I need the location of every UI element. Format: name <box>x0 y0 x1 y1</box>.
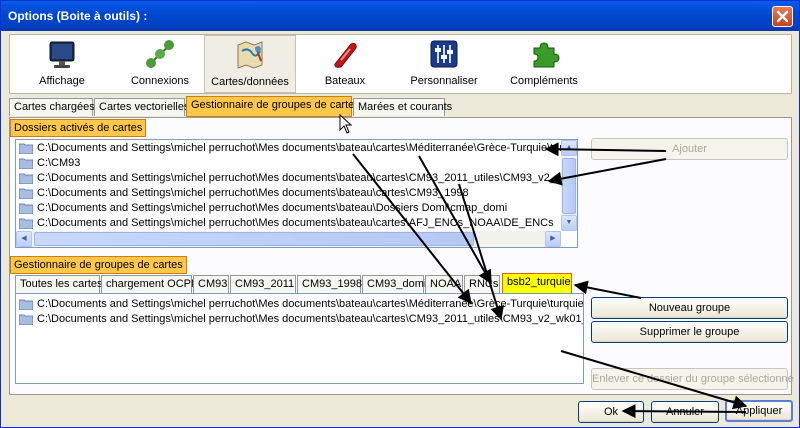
toolbar-label: Compléments <box>510 75 578 87</box>
horizontal-scrollbar[interactable]: ◀ ▶ <box>16 231 561 247</box>
group-dirs-list[interactable]: C:\Documents and Settings\michel perruch… <box>15 293 584 384</box>
section-title-dossiers: Dossiers activés de cartes <box>10 119 147 137</box>
remove-dir-from-group-button[interactable]: Enlever ce dossier du groupe sélectionné <box>591 368 794 390</box>
puzzle-icon <box>533 42 560 68</box>
list-item[interactable]: C:\Documents and Settings\michel perruch… <box>16 312 583 327</box>
dir-path: C:\Documents and Settings\michel perruch… <box>37 313 584 325</box>
toolbar-item-connexions[interactable]: Connexions <box>112 35 208 93</box>
list-item[interactable]: C:\Documents and Settings\michel perruch… <box>16 171 577 186</box>
active-dirs-list[interactable]: C:\Documents and Settings\michel perruch… <box>15 139 578 248</box>
ok-button[interactable]: Ok <box>578 401 644 423</box>
folder-icon <box>19 143 33 154</box>
group-dirs-rows: C:\Documents and Settings\michel perruch… <box>16 297 583 327</box>
list-item[interactable]: C:\Documents and Settings\michel perruch… <box>16 201 561 216</box>
toolbar-item-affichage[interactable]: Affichage <box>14 35 110 93</box>
toolbar-label: Cartes/données <box>211 76 289 88</box>
toolbar-item-bateaux[interactable]: Bateaux <box>302 35 388 93</box>
scroll-left-icon[interactable]: ◀ <box>16 231 32 247</box>
folder-icon <box>19 314 33 325</box>
tab-cartes-chargees[interactable]: Cartes chargées <box>9 98 95 116</box>
list-item[interactable]: C:\Documents and Settings\michel perruch… <box>16 141 577 156</box>
section-title-groupes: Gestionnaire de groupes de cartes <box>10 256 187 274</box>
group-tabs: Toutes les cartes chargement OCPN CM93 C… <box>15 273 585 295</box>
dir-path: C:\Documents and Settings\michel perruch… <box>37 202 508 214</box>
folder-icon <box>19 203 33 214</box>
active-dirs-rows: C:\Documents and Settings\michel perruch… <box>16 141 577 231</box>
boat-icon <box>334 43 357 68</box>
scroll-right-icon[interactable]: ▶ <box>545 231 561 247</box>
dir-path: C:\Documents and Settings\michel perruch… <box>37 172 578 184</box>
toolbar-label: Affichage <box>39 75 85 87</box>
scroll-up-icon[interactable]: ▲ <box>561 140 577 156</box>
group-tab-cm93-domi[interactable]: CM93_domi <box>362 275 426 293</box>
folder-icon <box>19 299 33 310</box>
dir-path: C:\Documents and Settings\michel perruch… <box>37 187 469 199</box>
list-item[interactable]: C:\Documents and Settings\michel perruch… <box>16 297 583 312</box>
monitor-icon <box>49 41 75 68</box>
window-title: Options (Boite à outils) : <box>8 9 148 23</box>
options-dialog: Options (Boite à outils) : Affichage Con… <box>0 0 800 428</box>
toolbar-label: Personnaliser <box>410 75 478 87</box>
group-tab-cm93-2011[interactable]: CM93_2011 <box>230 275 296 293</box>
folder-icon <box>19 188 33 199</box>
toolbar-item-cartes-donnees[interactable]: Cartes/données <box>204 35 296 93</box>
list-item[interactable]: C:\Documents and Settings\michel perruch… <box>16 186 561 201</box>
group-tab-bsb2-turquie[interactable]: bsb2_turquie <box>502 273 572 294</box>
list-item[interactable]: C:\Documents and Settings\michel perruch… <box>16 216 561 231</box>
toolbar-label: Bateaux <box>324 75 366 87</box>
scroll-down-icon[interactable]: ▼ <box>561 215 577 231</box>
main-tabs: Cartes chargées Cartes vectorielles Gest… <box>9 96 792 118</box>
toolbar-item-complements[interactable]: Compléments <box>494 35 594 93</box>
scroll-thumb[interactable] <box>562 158 576 214</box>
tab-cartes-vectorielles[interactable]: Cartes vectorielles <box>94 98 189 116</box>
group-tab-chargement[interactable]: chargement OCPN <box>101 275 199 293</box>
dir-path: C:\CM93 <box>37 157 81 169</box>
chart-map-icon <box>237 41 263 69</box>
close-icon <box>776 10 789 23</box>
title-bar[interactable]: Options (Boite à outils) : <box>1 1 799 31</box>
group-tab-rncs[interactable]: RNCs <box>464 275 500 293</box>
group-tab-cm93[interactable]: CM93 <box>193 275 229 293</box>
dir-path: C:\Documents and Settings\michel perruch… <box>37 298 584 310</box>
delete-group-button[interactable]: Supprimer le groupe <box>591 321 788 343</box>
cancel-button[interactable]: Annuler <box>651 401 719 423</box>
group-tab-toutes[interactable]: Toutes les cartes <box>15 275 103 293</box>
group-tab-noaa[interactable]: NOAA <box>425 275 463 293</box>
apply-button[interactable]: Appliquer <box>725 400 793 422</box>
dir-path: C:\Documents and Settings\michel perruch… <box>37 142 578 154</box>
tab-marees-courants[interactable]: Marées et courants <box>353 98 452 116</box>
folder-icon <box>19 218 33 229</box>
new-group-button[interactable]: Nouveau groupe <box>591 297 788 319</box>
mouse-cursor-icon <box>339 114 353 134</box>
network-icon <box>146 40 174 68</box>
folder-icon <box>19 173 33 184</box>
folder-icon <box>19 158 33 169</box>
close-button[interactable] <box>772 6 793 27</box>
list-item[interactable]: C:\CM93 <box>16 156 561 171</box>
sliders-icon <box>430 40 458 68</box>
group-tab-cm93-1998[interactable]: CM93_1998 <box>297 275 362 293</box>
dir-path: C:\Documents and Settings\michel perruch… <box>37 217 554 229</box>
tab-gestionnaire-groupes[interactable]: Gestionnaire de groupes de cartes <box>186 96 360 117</box>
category-toolbar: Affichage Connexions Cartes/données Bate… <box>9 34 792 94</box>
vertical-scrollbar[interactable]: ▲ ▼ <box>561 140 577 231</box>
add-dir-button[interactable]: Ajouter <box>591 138 788 160</box>
scroll-thumb[interactable] <box>34 232 474 246</box>
toolbar-label: Connexions <box>130 75 190 87</box>
toolbar-item-personnaliser[interactable]: Personnaliser <box>394 35 494 93</box>
